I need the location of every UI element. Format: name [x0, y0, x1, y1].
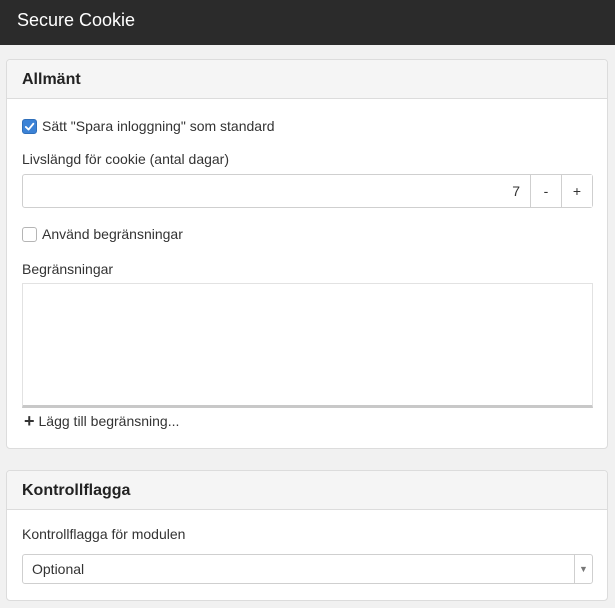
- lifetime-label: Livslängd för cookie (antal dagar): [22, 151, 230, 167]
- save-login-option[interactable]: Sätt "Spara inloggning" som standard: [22, 118, 275, 134]
- control-flag-value[interactable]: Optional: [23, 555, 574, 583]
- control-flag-heading: Kontrollflagga: [7, 471, 607, 510]
- use-restrictions-label: Använd begränsningar: [42, 226, 183, 242]
- control-flag-label: Kontrollflagga för modulen: [22, 526, 186, 542]
- control-flag-panel: Kontrollflagga Kontrollflagga för module…: [6, 470, 608, 601]
- save-login-label: Sätt "Spara inloggning" som standard: [42, 118, 275, 134]
- use-restrictions-checkbox[interactable]: [22, 226, 37, 242]
- use-restrictions-option[interactable]: Använd begränsningar: [22, 226, 183, 242]
- lifetime-input[interactable]: 7: [23, 175, 530, 207]
- decrement-button[interactable]: -: [530, 175, 561, 207]
- checkmark-icon: [24, 122, 35, 130]
- window-title: Secure Cookie: [0, 0, 615, 45]
- control-flag-select[interactable]: Optional ▼: [22, 554, 593, 584]
- general-panel: Allmänt Sätt "Spara inloggning" som stan…: [6, 59, 608, 449]
- restrictions-label: Begränsningar: [22, 261, 114, 277]
- restrictions-list[interactable]: [22, 283, 593, 408]
- lifetime-stepper[interactable]: 7 - +: [22, 174, 593, 208]
- save-login-checkbox[interactable]: [22, 118, 37, 134]
- plus-icon: +: [24, 411, 35, 431]
- increment-button[interactable]: +: [561, 175, 592, 207]
- chevron-down-icon[interactable]: ▼: [574, 555, 592, 583]
- add-restriction-button[interactable]: + Lägg till begränsning...: [24, 411, 180, 431]
- general-heading: Allmänt: [7, 60, 607, 99]
- add-restriction-label: Lägg till begränsning...: [38, 413, 180, 429]
